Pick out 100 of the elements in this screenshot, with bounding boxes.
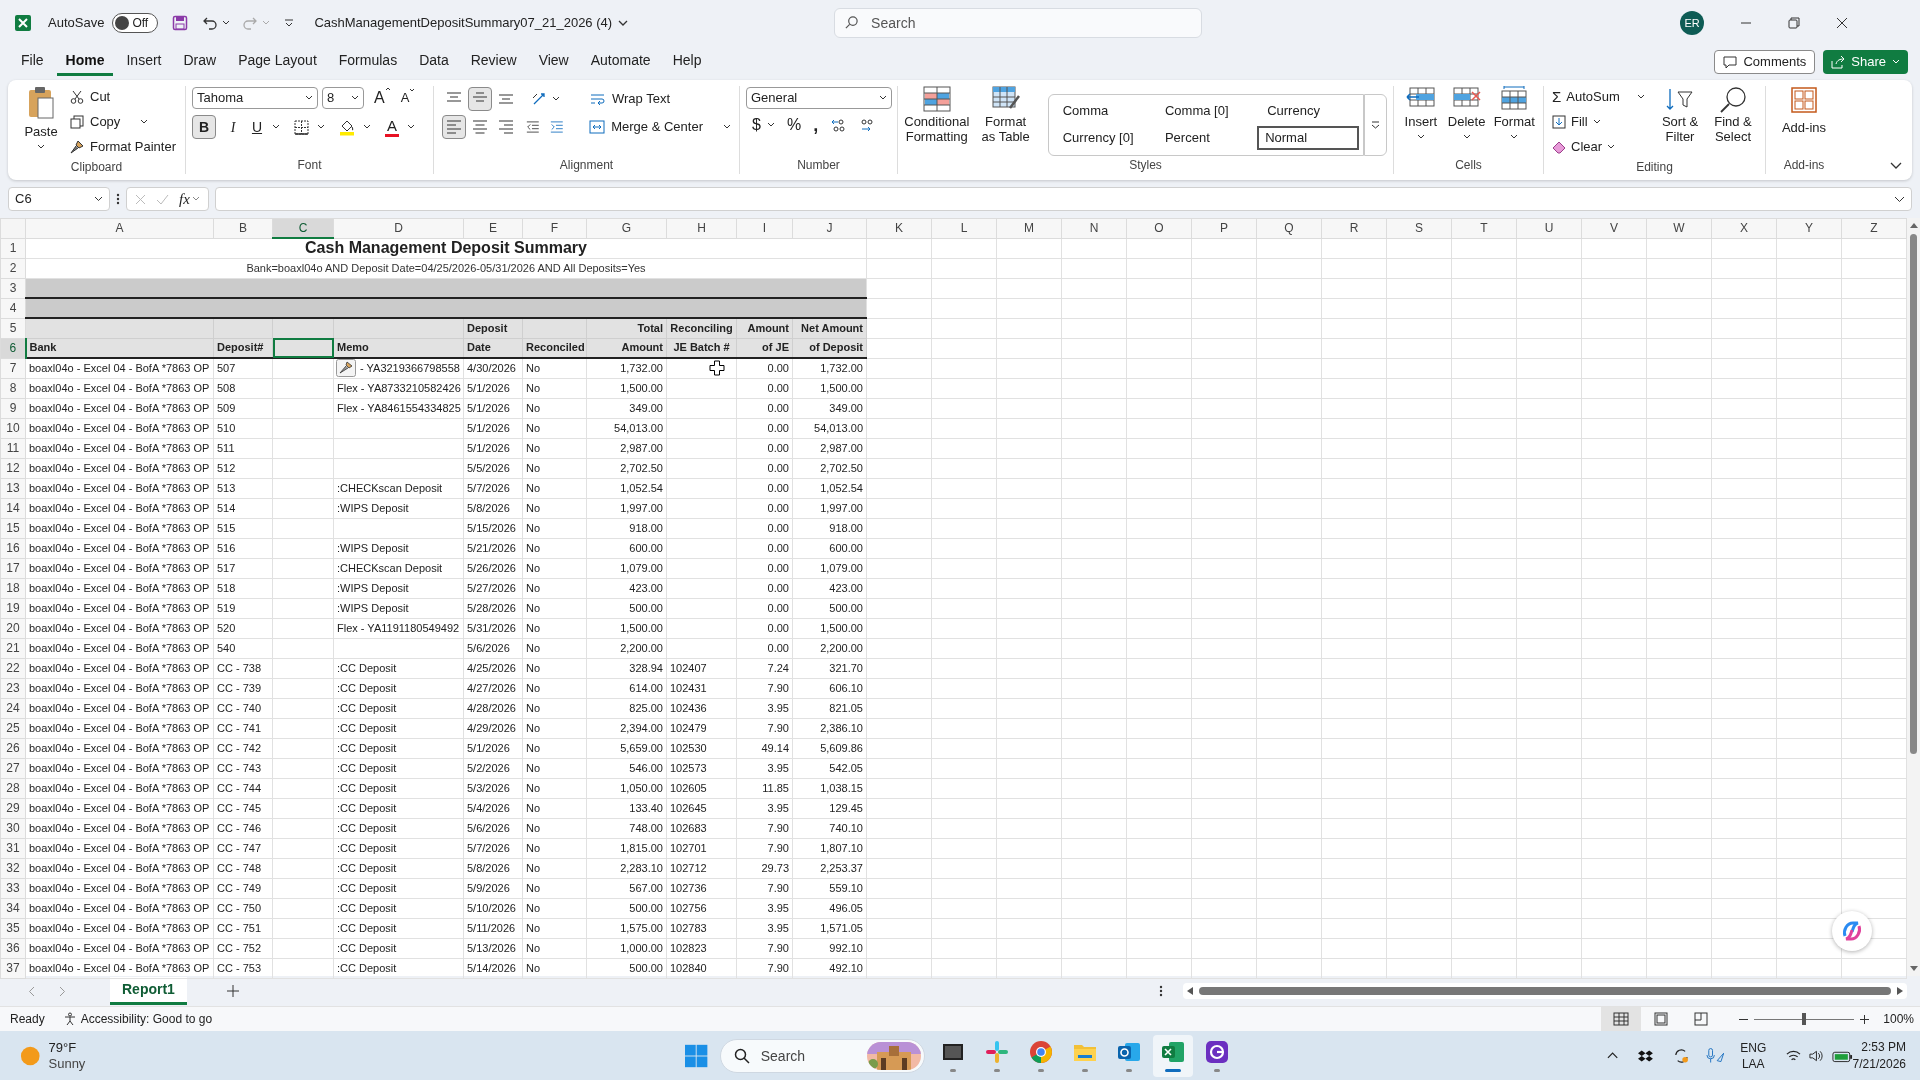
menu-tab[interactable]: Draw — [174, 48, 226, 76]
row-header[interactable]: 12 — [0, 458, 26, 478]
menu-tab[interactable]: Home — [56, 48, 114, 76]
row-header[interactable]: 5 — [0, 318, 26, 338]
column-header[interactable]: W — [1646, 218, 1712, 238]
font-size-dropdown[interactable]: 8 — [322, 87, 364, 109]
clock-time[interactable]: 2:53 PM — [1861, 1038, 1906, 1056]
chevron-up-icon[interactable] — [1606, 1052, 1618, 1059]
user-avatar[interactable]: ER — [1680, 11, 1705, 35]
chevron-down-icon[interactable] — [618, 19, 629, 27]
row-header[interactable]: 23 — [0, 678, 26, 698]
menu-tab[interactable]: Data — [410, 48, 458, 76]
middle-align-button[interactable] — [468, 87, 492, 111]
caret-icon[interactable] — [222, 20, 231, 26]
row-header[interactable]: 34 — [0, 898, 26, 918]
row-header[interactable]: 37 — [0, 958, 26, 978]
row-header[interactable]: 19 — [0, 598, 26, 618]
insert-cells-button[interactable]: Insert — [1402, 86, 1440, 140]
cell-style[interactable]: Normal — [1257, 126, 1360, 150]
row-header[interactable]: 15 — [0, 518, 26, 538]
row-header[interactable]: 1 — [0, 238, 26, 258]
column-header[interactable]: Q — [1256, 218, 1322, 238]
column-header[interactable]: T — [1451, 218, 1517, 238]
align-left-button[interactable] — [442, 115, 466, 139]
number-format-dropdown[interactable]: General — [746, 87, 892, 109]
row-header[interactable]: 7 — [0, 358, 26, 378]
input-language[interactable]: ENG — [1740, 1039, 1767, 1056]
menu-tab[interactable]: Page Layout — [229, 48, 326, 76]
row-header[interactable]: 9 — [0, 398, 26, 418]
column-header[interactable]: H — [666, 218, 737, 238]
row-header[interactable]: 36 — [0, 938, 26, 958]
zoom-in-icon[interactable] — [1860, 1014, 1870, 1024]
column-header[interactable]: F — [522, 218, 587, 238]
caret-icon[interactable] — [407, 124, 415, 130]
caret-icon[interactable] — [363, 124, 371, 130]
keyboard-layout[interactable]: LAA — [1741, 1055, 1765, 1072]
sheet-tab[interactable]: Report1 — [110, 977, 187, 1005]
more-options-icon[interactable] — [1158, 985, 1163, 997]
column-header[interactable]: X — [1711, 218, 1777, 238]
row-header[interactable]: 28 — [0, 778, 26, 798]
name-box[interactable]: C6 — [8, 187, 110, 211]
column-header[interactable]: K — [866, 218, 932, 238]
column-header[interactable]: P — [1191, 218, 1257, 238]
column-header[interactable]: G — [586, 218, 667, 238]
row-header[interactable]: 4 — [0, 298, 26, 318]
autosum-button[interactable]: Σ AutoSum — [1552, 86, 1657, 108]
copy-button[interactable]: Copy — [70, 111, 176, 133]
more-options-icon[interactable] — [116, 193, 120, 205]
customize-toolbar-icon[interactable] — [284, 18, 295, 28]
collapse-ribbon-icon[interactable] — [1890, 162, 1902, 170]
zoom-slider[interactable] — [1754, 1012, 1855, 1026]
find-select-button[interactable]: Find & Select — [1709, 86, 1757, 158]
row-header[interactable]: 16 — [0, 538, 26, 558]
column-header[interactable]: O — [1126, 218, 1192, 238]
column-header[interactable]: L — [931, 218, 997, 238]
row-header[interactable]: 32 — [0, 858, 26, 878]
cell-style[interactable]: Comma [0] — [1154, 99, 1258, 123]
column-header[interactable]: Z — [1841, 218, 1907, 238]
microphone-icon[interactable] — [1705, 1046, 1725, 1065]
start-icon[interactable] — [685, 1043, 708, 1068]
restore-icon[interactable] — [1788, 17, 1801, 29]
column-header[interactable]: I — [736, 218, 793, 238]
row-header[interactable]: 14 — [0, 498, 26, 518]
comments-button[interactable]: Comments — [1714, 50, 1816, 74]
column-header[interactable]: N — [1061, 218, 1127, 238]
text-orientation-icon[interactable] — [532, 92, 548, 106]
font-name-dropdown[interactable]: Tahoma — [192, 87, 318, 109]
row-header[interactable]: 8 — [0, 378, 26, 398]
row-header[interactable]: 20 — [0, 618, 26, 638]
row-header[interactable]: 3 — [0, 278, 26, 298]
menu-tab[interactable]: Review — [461, 48, 526, 76]
underline-button[interactable]: U — [250, 115, 264, 139]
merge-center-button[interactable]: Merge & Center — [589, 117, 731, 137]
add-ins-button[interactable]: Add-ins — [1772, 86, 1836, 138]
format-painter-button[interactable]: Format Painter — [70, 136, 176, 158]
accessibility-button[interactable]: Accessibility: Good to go — [62, 1010, 213, 1028]
autosave-toggle[interactable]: Off — [112, 13, 159, 33]
sort-filter-button[interactable]: Sort & Filter — [1657, 86, 1703, 158]
caret-icon[interactable] — [766, 122, 775, 128]
clear-button[interactable]: Clear — [1552, 136, 1657, 158]
cell-style[interactable]: Comma — [1052, 99, 1155, 123]
column-header[interactable]: B — [213, 218, 273, 238]
percent-button[interactable]: % — [786, 113, 802, 137]
undo-icon[interactable] — [202, 15, 219, 31]
row-header[interactable]: 30 — [0, 818, 26, 838]
row-header[interactable]: 11 — [0, 438, 26, 458]
column-header[interactable]: C — [272, 218, 334, 238]
increase-font-size-button[interactable]: A — [374, 86, 391, 110]
row-header[interactable]: 33 — [0, 878, 26, 898]
column-header[interactable]: J — [792, 218, 867, 238]
row-header[interactable]: 24 — [0, 698, 26, 718]
row-header[interactable]: 21 — [0, 638, 26, 658]
cut-button[interactable]: Cut — [70, 86, 176, 108]
wifi-icon[interactable] — [1786, 1048, 1802, 1063]
delete-cells-button[interactable]: Delete — [1447, 86, 1486, 140]
column-header[interactable]: M — [996, 218, 1062, 238]
expand-icon[interactable] — [1894, 195, 1905, 203]
column-header[interactable]: E — [463, 218, 523, 238]
row-header[interactable]: 10 — [0, 418, 26, 438]
column-header[interactable]: U — [1516, 218, 1582, 238]
